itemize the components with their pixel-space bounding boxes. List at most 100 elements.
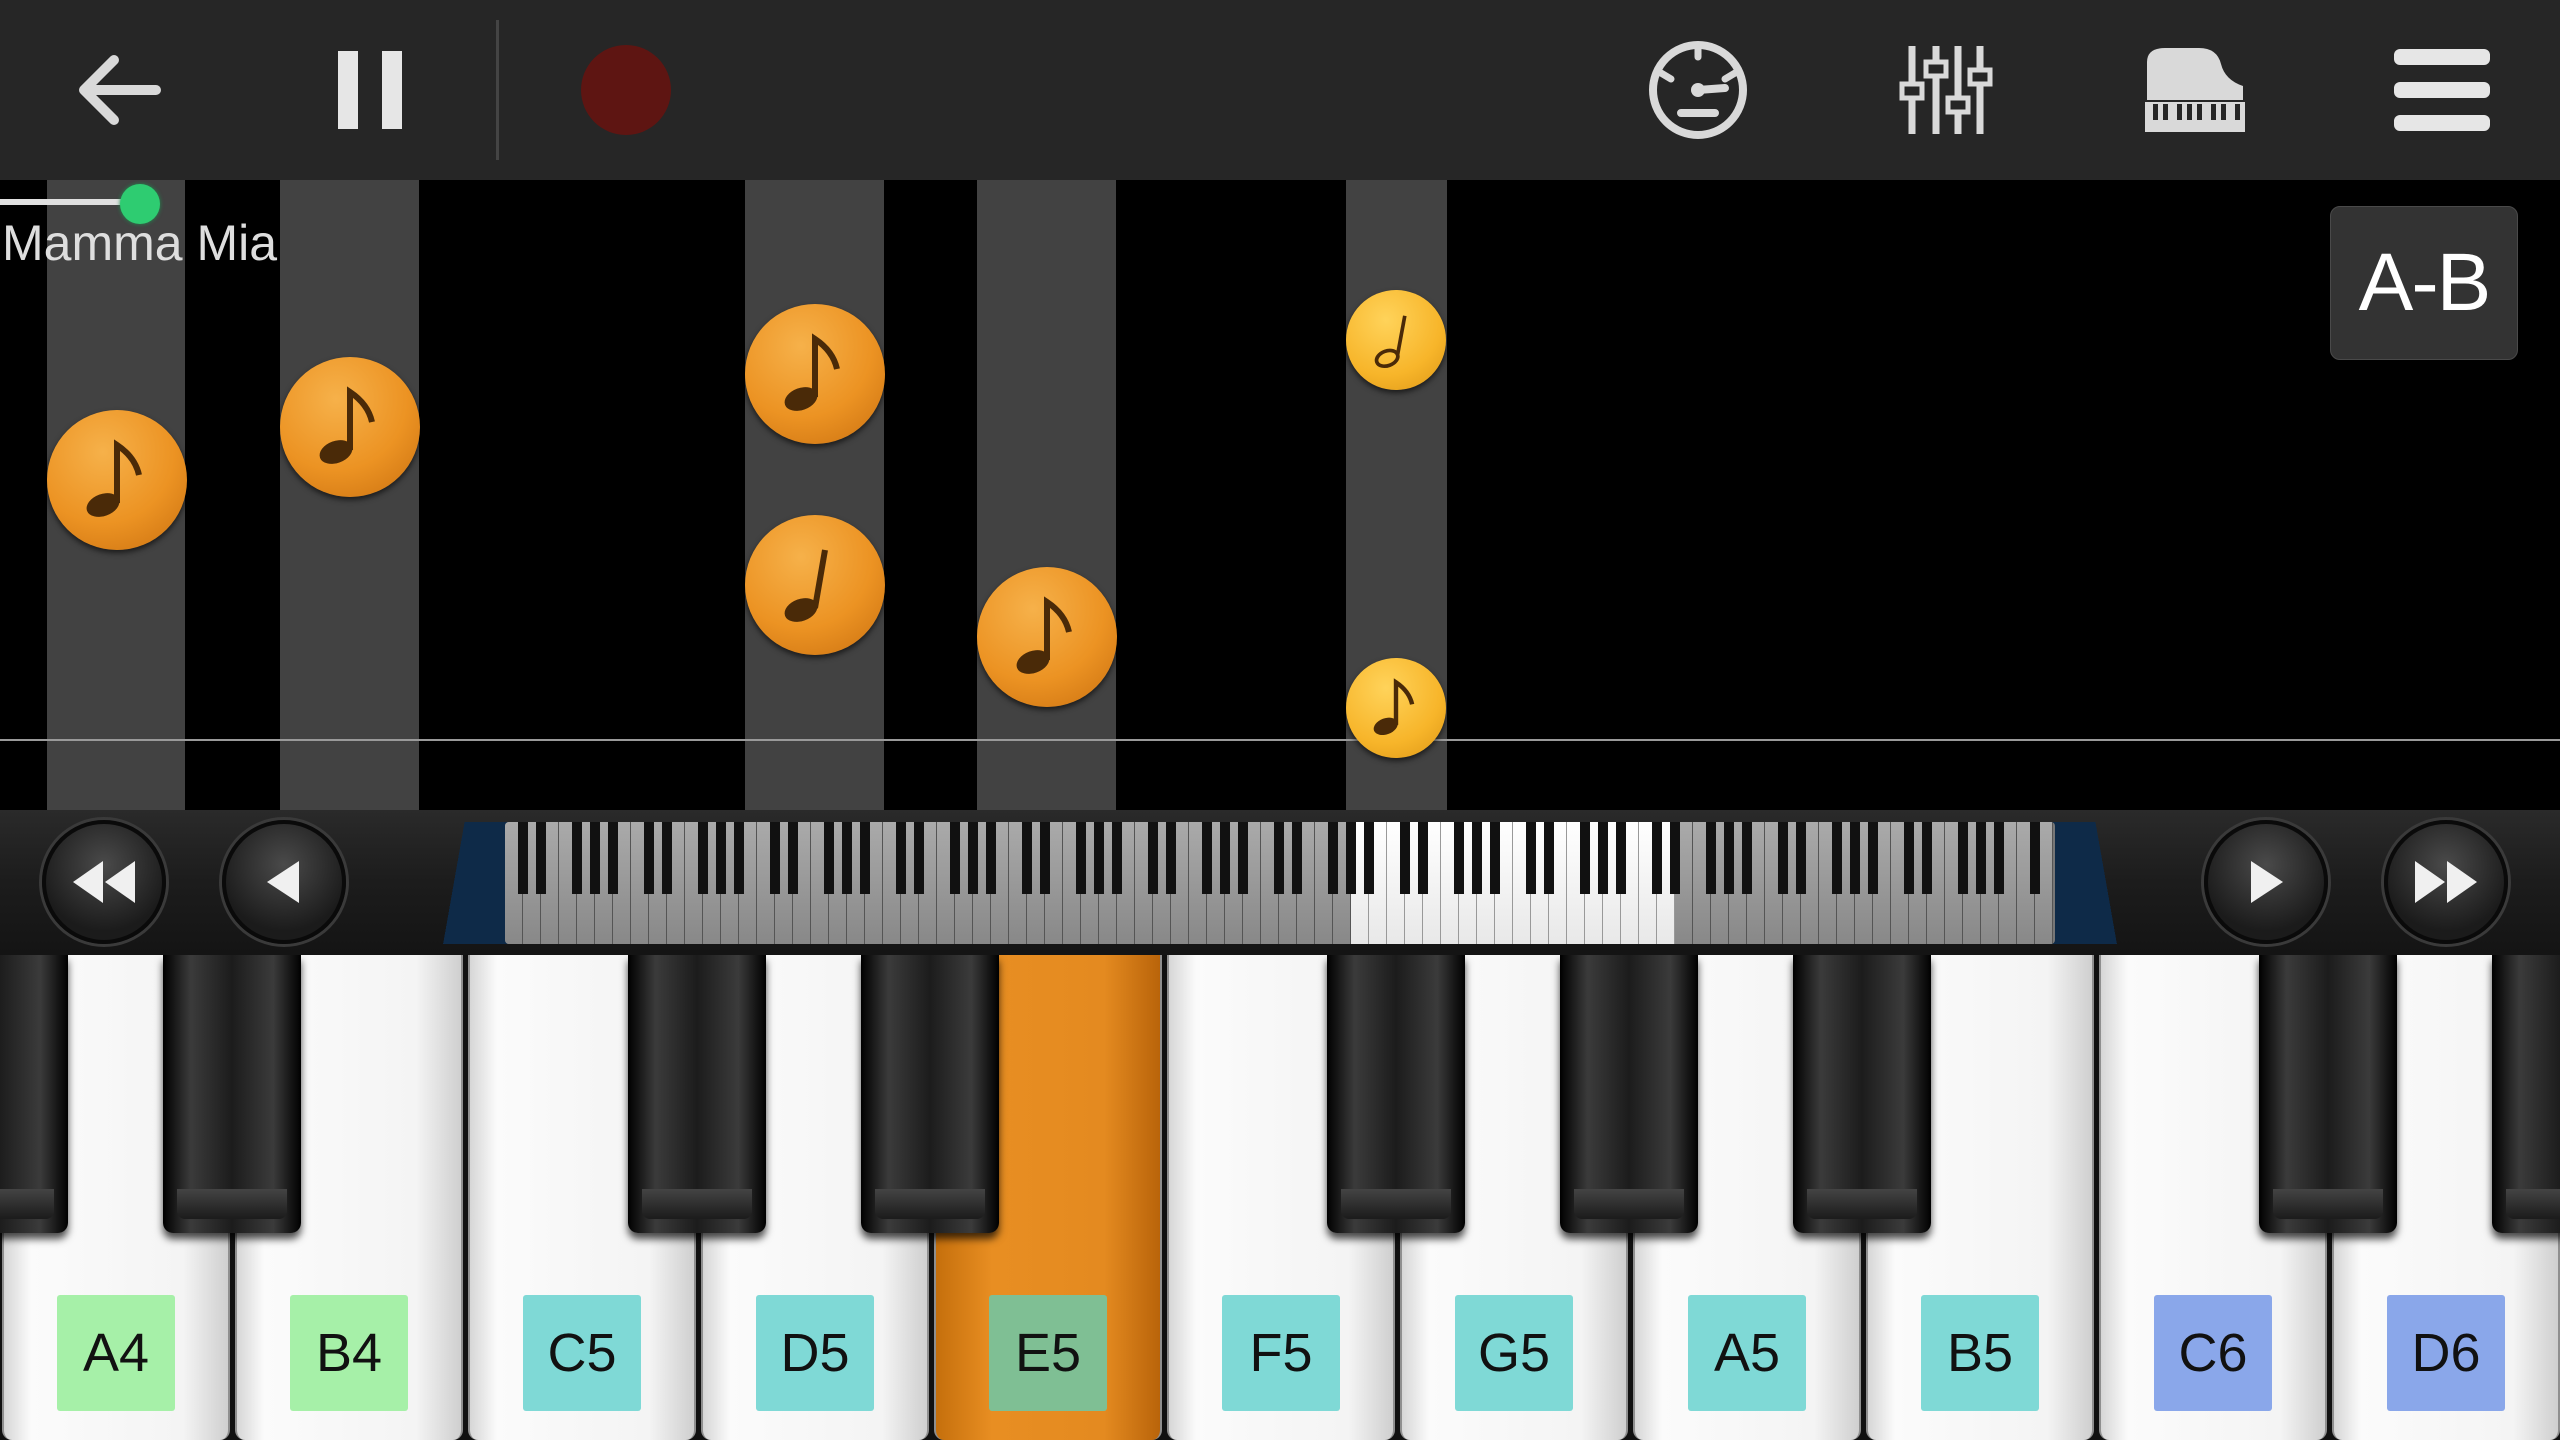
fast-forward-button[interactable] <box>2384 820 2508 944</box>
ab-loop-label: A-B <box>2358 237 2492 328</box>
mini-black-key <box>1238 822 1248 894</box>
key-label: E5 <box>989 1295 1107 1411</box>
mini-black-key <box>1076 822 1086 894</box>
mini-black-key <box>662 822 672 894</box>
fast-forward-icon <box>2415 861 2477 903</box>
song-progress-track[interactable] <box>0 199 140 205</box>
mini-black-key <box>986 822 996 894</box>
key-label: D5 <box>756 1295 874 1411</box>
mini-black-key <box>950 822 960 894</box>
eighth-note-icon <box>319 386 375 464</box>
mini-black-key <box>1454 822 1464 894</box>
ab-loop-button[interactable]: A-B <box>2330 206 2518 360</box>
black-key[interactable] <box>1560 955 1698 1233</box>
mini-black-key <box>1544 822 1554 894</box>
mini-keyboard-left-edge <box>420 822 510 944</box>
key-label: C5 <box>523 1295 641 1411</box>
mini-black-key <box>1040 822 1050 894</box>
mini-black-key <box>572 822 582 894</box>
mini-black-key <box>734 822 744 894</box>
falling-note <box>280 357 420 497</box>
mini-black-key <box>644 822 654 894</box>
falling-note <box>745 304 885 444</box>
eighth-note-icon <box>784 333 840 411</box>
key-label: A5 <box>1688 1295 1806 1411</box>
mixer-button[interactable] <box>1874 20 2014 160</box>
mini-black-key <box>1220 822 1230 894</box>
key-label: F5 <box>1222 1295 1340 1411</box>
black-key[interactable] <box>2259 955 2397 1233</box>
mini-black-key <box>1832 822 1842 894</box>
step-left-button[interactable] <box>222 820 346 944</box>
back-button[interactable] <box>48 20 188 160</box>
black-key[interactable] <box>163 955 301 1233</box>
top-toolbar <box>0 0 2560 180</box>
mini-black-key <box>1976 822 1986 894</box>
falling-note <box>47 410 187 550</box>
black-key[interactable] <box>1327 955 1465 1233</box>
black-key[interactable] <box>1793 955 1931 1233</box>
instrument-button[interactable] <box>2124 20 2264 160</box>
mini-black-key <box>1616 822 1626 894</box>
mini-black-key <box>1850 822 1860 894</box>
half-note-icon <box>1374 315 1407 369</box>
mini-black-key <box>1670 822 1680 894</box>
key-label: G5 <box>1455 1295 1573 1411</box>
song-title: Mamma Mia <box>2 215 278 271</box>
mini-black-key <box>1904 822 1914 894</box>
black-key[interactable] <box>0 955 68 1233</box>
falling-note <box>977 567 1117 707</box>
keyboard-navigator <box>0 810 2560 955</box>
mini-black-key <box>1292 822 1302 894</box>
mini-black-key <box>1922 822 1932 894</box>
mini-black-key <box>896 822 906 894</box>
mini-black-key <box>1274 822 1284 894</box>
pause-icon <box>338 51 402 129</box>
mini-black-key <box>1400 822 1410 894</box>
falling-note <box>745 515 885 655</box>
mini-black-key <box>1490 822 1500 894</box>
mini-black-key <box>1094 822 1104 894</box>
pause-button[interactable] <box>300 20 440 160</box>
toolbar-divider <box>496 20 499 160</box>
menu-button[interactable] <box>2372 20 2512 160</box>
black-key[interactable] <box>861 955 999 1233</box>
step-right-button[interactable] <box>2204 820 2328 944</box>
mini-black-key <box>2030 822 2040 894</box>
metronome-button[interactable] <box>1628 20 1768 160</box>
record-dot-icon <box>581 45 671 135</box>
eighth-note-icon <box>1373 678 1415 736</box>
note-lane-e5 <box>977 180 1116 810</box>
key-label: D6 <box>2387 1295 2505 1411</box>
step-left-icon <box>267 861 299 903</box>
record-button[interactable] <box>556 20 696 160</box>
mini-black-key <box>1778 822 1788 894</box>
mini-black-key <box>1724 822 1734 894</box>
mini-keyboard[interactable] <box>505 822 2055 944</box>
mini-black-key <box>1652 822 1662 894</box>
mini-black-key <box>1526 822 1536 894</box>
black-key[interactable] <box>2492 955 2560 1233</box>
fast-rewind-icon <box>73 861 135 903</box>
mini-black-key <box>1580 822 1590 894</box>
mini-black-key <box>824 822 834 894</box>
black-key[interactable] <box>628 955 766 1233</box>
mini-black-key <box>1958 822 1968 894</box>
arrow-left-icon <box>79 55 161 125</box>
mini-black-key <box>1022 822 1032 894</box>
mini-black-key <box>968 822 978 894</box>
falling-note <box>1346 658 1446 758</box>
eighth-note-icon <box>86 439 142 517</box>
quarter-note-icon <box>784 549 828 622</box>
mini-black-key <box>1166 822 1176 894</box>
mini-black-key <box>1598 822 1608 894</box>
mini-black-key <box>1742 822 1752 894</box>
mini-keyboard-right-edge <box>2050 822 2140 944</box>
mini-black-key <box>1796 822 1806 894</box>
fast-rewind-button[interactable] <box>42 820 166 944</box>
mini-black-key <box>1328 822 1338 894</box>
key-label: B5 <box>1921 1295 2039 1411</box>
key-label: C6 <box>2154 1295 2272 1411</box>
mini-black-key <box>590 822 600 894</box>
key-label: A4 <box>57 1295 175 1411</box>
